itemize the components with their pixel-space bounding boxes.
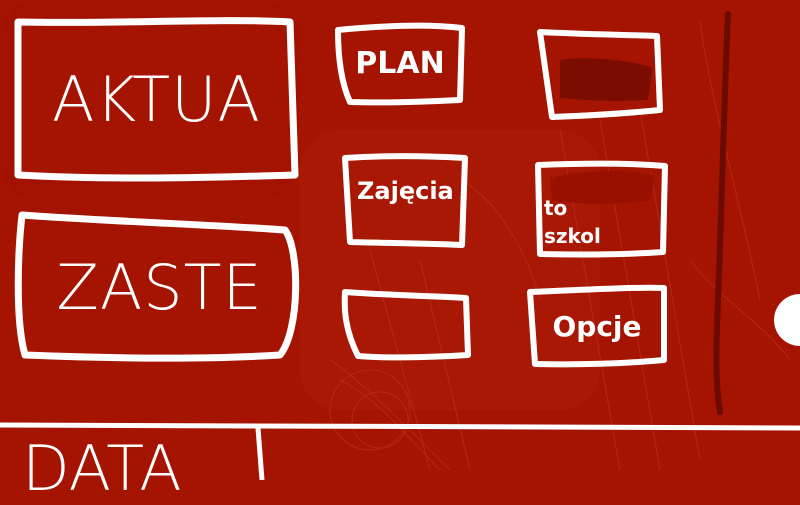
opcje-label: Opcje — [552, 309, 642, 343]
szkol-button[interactable]: to szkol — [538, 164, 665, 254]
data-tab[interactable]: DATA — [0, 428, 260, 505]
launcher-screen: AKTUA ZASTE PLAN Zajęcia to szkol Opcje … — [0, 0, 800, 505]
zaste-button[interactable]: ZASTE — [22, 218, 297, 356]
opcje-button[interactable]: Opcje — [530, 288, 664, 364]
plan-button[interactable]: PLAN — [338, 28, 462, 102]
zajecia-label: Zajęcia — [357, 177, 454, 205]
zaste-label: ZASTE — [56, 250, 263, 324]
empty-tile-button[interactable] — [345, 294, 468, 358]
plan-label: PLAN — [355, 45, 445, 81]
dark-tile-button[interactable] — [540, 32, 660, 118]
zajecia-button[interactable]: Zajęcia — [345, 156, 465, 244]
side-drawer-handle[interactable] — [772, 294, 800, 346]
data-label: DATA — [22, 432, 182, 505]
scrollbar[interactable] — [708, 10, 734, 415]
aktua-button[interactable]: AKTUA — [18, 22, 295, 177]
szkol-label: to szkol — [544, 196, 601, 248]
aktua-label: AKTUA — [52, 63, 261, 136]
